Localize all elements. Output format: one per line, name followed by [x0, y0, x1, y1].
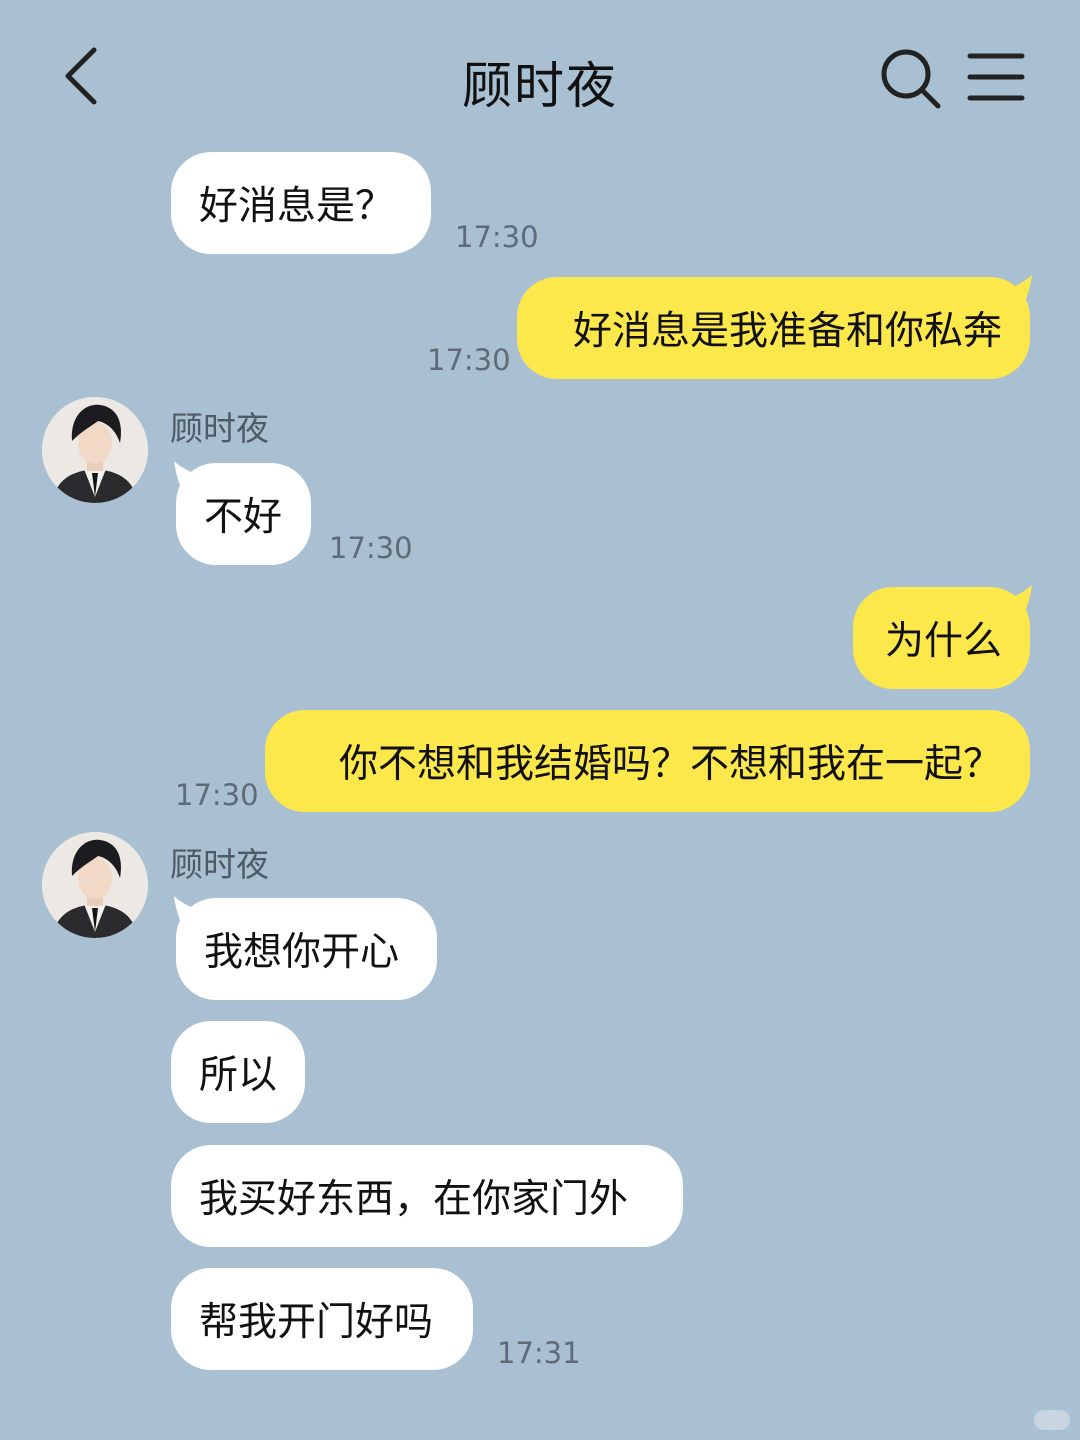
message-text: 我买好东西，在你家门外 — [199, 1177, 629, 1222]
message-bubble-incoming[interactable]: 我想你开心 — [174, 896, 437, 1000]
avatar-portrait — [42, 397, 148, 503]
chat-header: 顾时夜 — [0, 0, 1080, 150]
message-timestamp: 17:30 — [455, 220, 539, 254]
message-timestamp: 17:30 — [427, 343, 511, 377]
bubble-tail — [174, 896, 202, 936]
search-icon — [881, 49, 941, 109]
bubble-tail — [1004, 585, 1032, 625]
watermark — [1034, 1410, 1070, 1430]
sender-name: 顾时夜 — [170, 845, 269, 884]
message-bubble-incoming[interactable]: 所以 — [171, 1021, 305, 1123]
avatar-portrait — [42, 832, 148, 938]
search-button[interactable] — [876, 46, 944, 110]
message-text: 我想你开心 — [204, 930, 400, 975]
contact-avatar[interactable] — [42, 397, 148, 503]
message-bubble-incoming[interactable]: 好消息是？ — [171, 152, 431, 254]
message-text: 好消息是？ — [199, 184, 395, 229]
contact-avatar[interactable] — [42, 832, 148, 938]
message-bubble-incoming[interactable]: 帮我开门好吗 — [171, 1268, 473, 1370]
message-bubble-outgoing[interactable]: 为什么 — [853, 585, 1032, 689]
message-text: 你不想和我结婚吗？不想和我在一起？ — [338, 742, 1002, 787]
message-timestamp: 17:30 — [175, 778, 259, 812]
message-text: 所以 — [199, 1053, 278, 1098]
message-timestamp: 17:30 — [329, 531, 413, 565]
menu-icon — [967, 53, 1025, 101]
message-text: 好消息是我准备和你私奔 — [572, 309, 1002, 354]
bubble-tail — [174, 461, 202, 501]
sender-name: 顾时夜 — [170, 409, 269, 448]
message-text: 不好 — [204, 495, 283, 540]
message-text: 为什么 — [884, 619, 1002, 664]
message-timestamp: 17:31 — [497, 1336, 581, 1370]
menu-button[interactable] — [966, 50, 1026, 104]
message-text: 帮我开门好吗 — [199, 1300, 434, 1345]
message-bubble-incoming[interactable]: 我买好东西，在你家门外 — [171, 1145, 683, 1247]
bubble-tail — [1004, 275, 1032, 315]
message-bubble-outgoing[interactable]: 好消息是我准备和你私奔 — [517, 275, 1032, 379]
message-bubble-incoming[interactable]: 不好 — [174, 461, 311, 565]
message-bubble-outgoing[interactable]: 你不想和我结婚吗？不想和我在一起？ — [265, 710, 1030, 812]
